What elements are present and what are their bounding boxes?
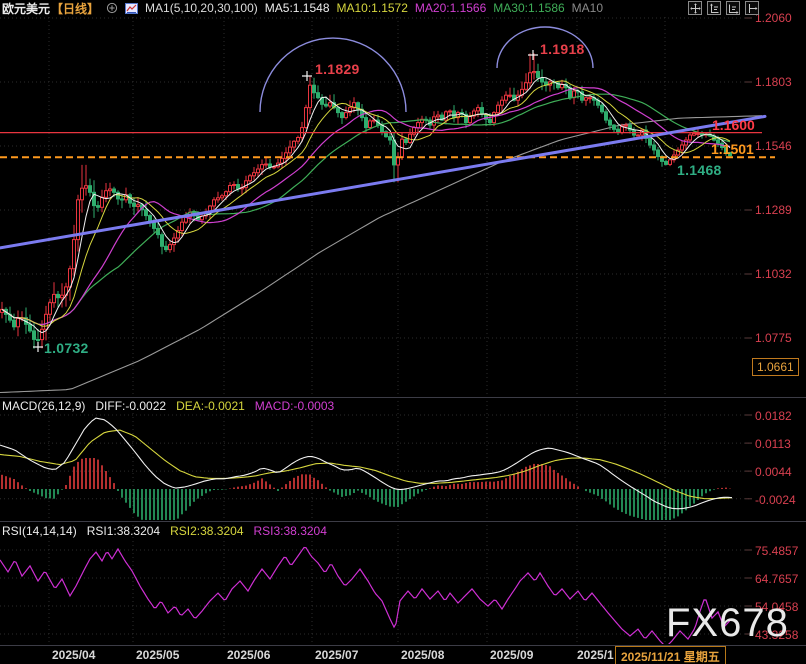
ma10-value: MA10:1.1572 xyxy=(337,1,408,15)
rsi-tick: 75.4857 xyxy=(755,544,798,558)
period-label: 【日线】 xyxy=(51,0,99,17)
ma5-value: MA5:1.1548 xyxy=(265,1,330,15)
time-label: 2025/07 xyxy=(315,648,358,662)
mini-chart-icon[interactable] xyxy=(125,3,138,14)
macd-tick: 0.0182 xyxy=(755,409,792,423)
plus-circle-icon[interactable] xyxy=(106,2,118,14)
annotation-low-old: 1.0732 xyxy=(44,340,89,356)
ma30-value: MA30:1.1586 xyxy=(493,1,564,15)
current-date-box: 2025/11/21 星期五 xyxy=(615,646,726,664)
rsi-header: RSI(14,14,14) RSI1:38.3204 RSI2:38.3204 … xyxy=(2,524,327,538)
rsi2-value: RSI2:38.3204 xyxy=(170,524,243,538)
resistance-level-label: 1.1600 xyxy=(712,117,755,133)
axis-zoom-right-icon[interactable] xyxy=(726,1,740,15)
macd-title: MACD(26,12,9) xyxy=(2,399,85,413)
symbol-title: 欧元美元 xyxy=(2,0,50,17)
macd-macd-value: MACD:-0.0003 xyxy=(255,399,334,413)
price-tick: 1.0775 xyxy=(755,331,792,345)
price-tick: 1.1289 xyxy=(755,203,792,217)
price-tick: 1.1546 xyxy=(755,139,792,153)
price-tick: 1.1803 xyxy=(755,75,792,89)
annotation-peak1: 1.1829 xyxy=(315,61,360,77)
time-label: 2025/09 xyxy=(490,648,533,662)
macd-tick: 0.0113 xyxy=(755,437,791,451)
macd-dea-value: DEA:-0.0021 xyxy=(176,399,245,413)
time-label: 2025/08 xyxy=(401,648,444,662)
time-axis: 2025/04 2025/05 2025/06 2025/07 2025/08 … xyxy=(0,646,806,664)
annotation-low-recent: 1.1468 xyxy=(677,162,722,178)
header-bar: 欧元美元【日线】 MA1(5,10,20,30,100) MA5:1.1548 … xyxy=(0,0,806,16)
macd-tick: -0.0024 xyxy=(755,493,796,507)
axis-zoom-left-icon[interactable] xyxy=(707,1,721,15)
rsi-title: RSI(14,14,14) xyxy=(2,524,77,538)
rsi-tick: 64.7657 xyxy=(755,572,798,586)
macd-diff-value: DIFF:-0.0022 xyxy=(95,399,166,413)
rsi1-value: RSI1:38.3204 xyxy=(87,524,160,538)
annotation-peak2: 1.1918 xyxy=(540,41,585,57)
price-tick: 1.1032 xyxy=(755,267,792,281)
fx678-watermark: FX678 xyxy=(666,601,789,646)
ma20-value: MA20:1.1566 xyxy=(415,1,486,15)
time-label: 2025/06 xyxy=(227,648,270,662)
macd-tick: 0.0044 xyxy=(755,465,792,479)
trading-terminal: 欧元美元【日线】 MA1(5,10,20,30,100) MA5:1.1548 … xyxy=(0,0,806,664)
current-price-label: 1.1501 xyxy=(711,141,754,157)
chart-toolbar xyxy=(688,1,759,15)
rsi3-value: RSI3:38.3204 xyxy=(254,524,327,538)
time-label: 2025/04 xyxy=(52,648,95,662)
pane-shift-icon[interactable] xyxy=(745,1,759,15)
time-label: 2025/05 xyxy=(136,648,179,662)
chart-canvas[interactable] xyxy=(0,0,806,664)
ma-group-label: MA1(5,10,20,30,100) xyxy=(145,1,258,15)
pan-icon[interactable] xyxy=(688,1,702,15)
ma100-label: MA10 xyxy=(572,1,603,15)
macd-header: MACD(26,12,9) DIFF:-0.0022 DEA:-0.0021 M… xyxy=(2,399,334,413)
price-box-label: 1.0661 xyxy=(752,358,799,376)
time-label: 2025/1 xyxy=(577,648,614,662)
